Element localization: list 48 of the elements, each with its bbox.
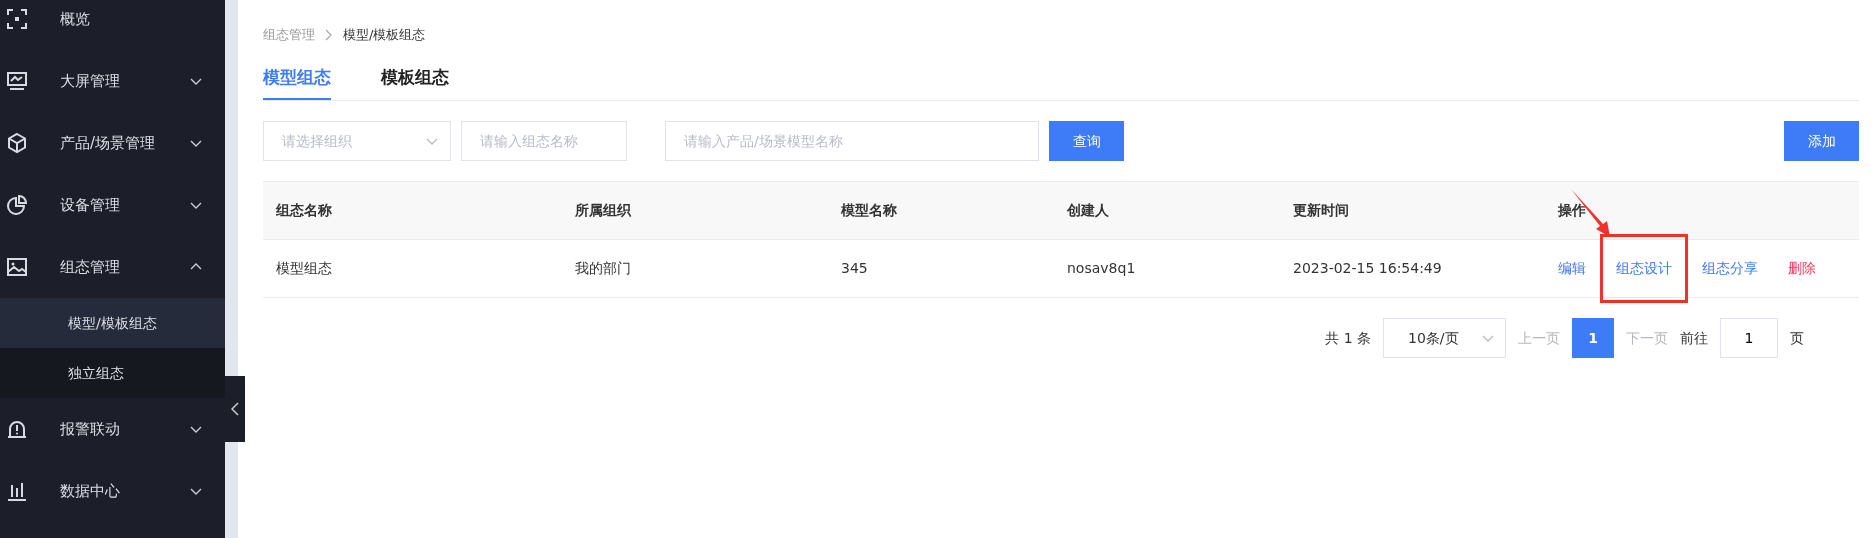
page-unit-label: 页	[1790, 328, 1804, 348]
action-link[interactable]: 删除	[1772, 234, 1832, 303]
chevron-left-icon	[231, 402, 239, 416]
image-icon	[6, 256, 28, 278]
tab[interactable]: 模型组态	[263, 64, 331, 100]
cube-icon	[6, 132, 28, 154]
collapse-sidebar-button[interactable]	[225, 376, 245, 442]
breadcrumb-current: 模型/模板组态	[343, 26, 426, 44]
table-cell-text: 2023-02-15 16:54:49	[1293, 259, 1443, 278]
sidebar-item[interactable]: 报警联动	[0, 398, 225, 460]
total-count: 共 1 条	[1325, 328, 1371, 348]
page-button[interactable]: 1	[1572, 318, 1614, 358]
action-link[interactable]: 编辑	[1542, 234, 1602, 303]
chevron-right-icon	[325, 28, 333, 41]
model-name-input[interactable]: 请输入产品/场景模型名称	[665, 121, 1039, 161]
sidebar-item[interactable]: 大屏管理	[0, 50, 225, 112]
column-header: 操作	[1558, 201, 1587, 220]
bar-chart-icon	[6, 480, 28, 502]
column-header: 更新时间	[1293, 201, 1350, 220]
submenu-item[interactable]: 独立组态	[0, 348, 225, 398]
sidebar-item[interactable]: 组态管理	[0, 236, 225, 298]
alarm-icon	[6, 418, 28, 440]
table-cell-text: 模型组态	[276, 259, 333, 278]
monitor-icon	[6, 70, 28, 92]
focus-icon	[6, 8, 28, 30]
query-button[interactable]: 查询	[1049, 121, 1124, 161]
sidebar-item[interactable]: 概览	[0, 0, 225, 50]
column-header: 组态名称	[276, 201, 333, 220]
name-input[interactable]: 请输入组态名称	[461, 121, 627, 161]
page-size-select[interactable]: 10条/页	[1383, 318, 1506, 358]
organization-select[interactable]: 请选择组织	[263, 121, 451, 161]
sidebar-item[interactable]: 产品/场景管理	[0, 112, 225, 174]
table-cell-text: nosav8q1	[1067, 259, 1137, 278]
action-link[interactable]: 组态设计	[1600, 234, 1688, 303]
action-link[interactable]: 组态分享	[1686, 234, 1774, 303]
table-cell-text: 我的部门	[575, 259, 632, 278]
goto-label: 前往	[1680, 328, 1708, 348]
column-header: 所属组织	[575, 201, 632, 220]
table-cell-text: 345	[841, 259, 869, 278]
page-input[interactable]: 1	[1720, 318, 1778, 358]
pie-chart-icon	[6, 194, 28, 216]
sidebar-item[interactable]: 设备管理	[0, 174, 225, 236]
column-header: 模型名称	[841, 201, 898, 220]
sidebar-item[interactable]: 数据中心	[0, 460, 225, 522]
submenu-item[interactable]: 模型/模板组态	[0, 298, 225, 348]
tab[interactable]: 模板组态	[381, 64, 449, 100]
add-button[interactable]: 添加	[1784, 121, 1859, 161]
column-header: 创建人	[1067, 201, 1110, 220]
